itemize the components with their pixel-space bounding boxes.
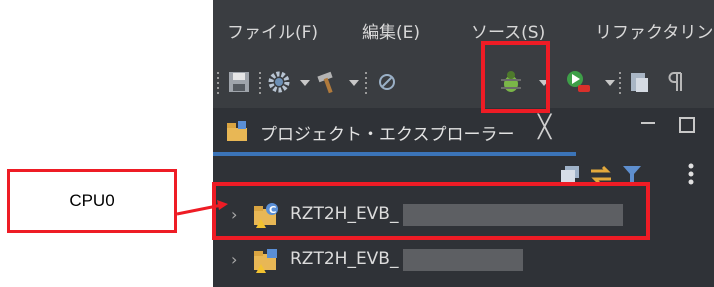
- tab-project-explorer[interactable]: プロジェクト・エクスプローラー ╳: [213, 108, 576, 156]
- toolbar-separator: [259, 72, 261, 94]
- callout-label: CPU0: [69, 191, 115, 210]
- project-name: RZT2H_EVB_: [290, 249, 399, 269]
- view-menu-icon[interactable]: [687, 162, 695, 186]
- toolbar-grip: [217, 72, 219, 94]
- paste-icon[interactable]: [627, 70, 651, 94]
- gear-build-icon[interactable]: [267, 70, 293, 94]
- chevron-down-icon[interactable]: [300, 80, 310, 86]
- list-item[interactable]: › RZT2H_EVB_: [213, 240, 714, 280]
- chevron-down-icon[interactable]: [605, 80, 615, 86]
- debug-button-highlight: [481, 41, 550, 113]
- menu-file[interactable]: ファイル(F): [227, 18, 318, 43]
- main-toolbar: [213, 58, 714, 108]
- project-folder-icon: [254, 249, 277, 273]
- close-icon[interactable]: ╳: [538, 117, 551, 139]
- menu-source[interactable]: ソース(S): [471, 18, 545, 43]
- menu-bar: ファイル(F) 編集(E) ソース(S) リファクタリン: [213, 0, 714, 58]
- callout-box: CPU0: [7, 169, 177, 233]
- menu-refactor[interactable]: リファクタリン: [595, 18, 713, 43]
- pilcrow-icon[interactable]: [665, 70, 685, 94]
- explorer-panel-header: プロジェクト・エクスプローラー ╳: [213, 108, 714, 156]
- save-icon[interactable]: [227, 70, 251, 94]
- search-target-icon[interactable]: [375, 70, 399, 94]
- hammer-icon[interactable]: [315, 70, 341, 94]
- run-icon[interactable]: [565, 70, 593, 94]
- tab-title: プロジェクト・エクスプローラー: [260, 125, 515, 145]
- ide-window: ファイル(F) 編集(E) ソース(S) リファクタリン プロジェクト・エクスプ…: [213, 0, 714, 287]
- filter-icon[interactable]: [621, 164, 643, 184]
- menu-edit[interactable]: 編集(E): [362, 18, 420, 43]
- collapse-all-icon[interactable]: [559, 164, 581, 184]
- maximize-icon[interactable]: [678, 116, 696, 134]
- chevron-down-icon[interactable]: [349, 80, 359, 86]
- toolbar-separator: [365, 72, 367, 94]
- chevron-right-icon[interactable]: ›: [231, 250, 237, 269]
- project-folder-icon: [227, 121, 247, 141]
- toolbar-separator: [619, 72, 621, 94]
- minimize-icon[interactable]: [639, 116, 657, 130]
- project-row-highlight: [212, 182, 650, 240]
- redacted-text: [403, 249, 523, 271]
